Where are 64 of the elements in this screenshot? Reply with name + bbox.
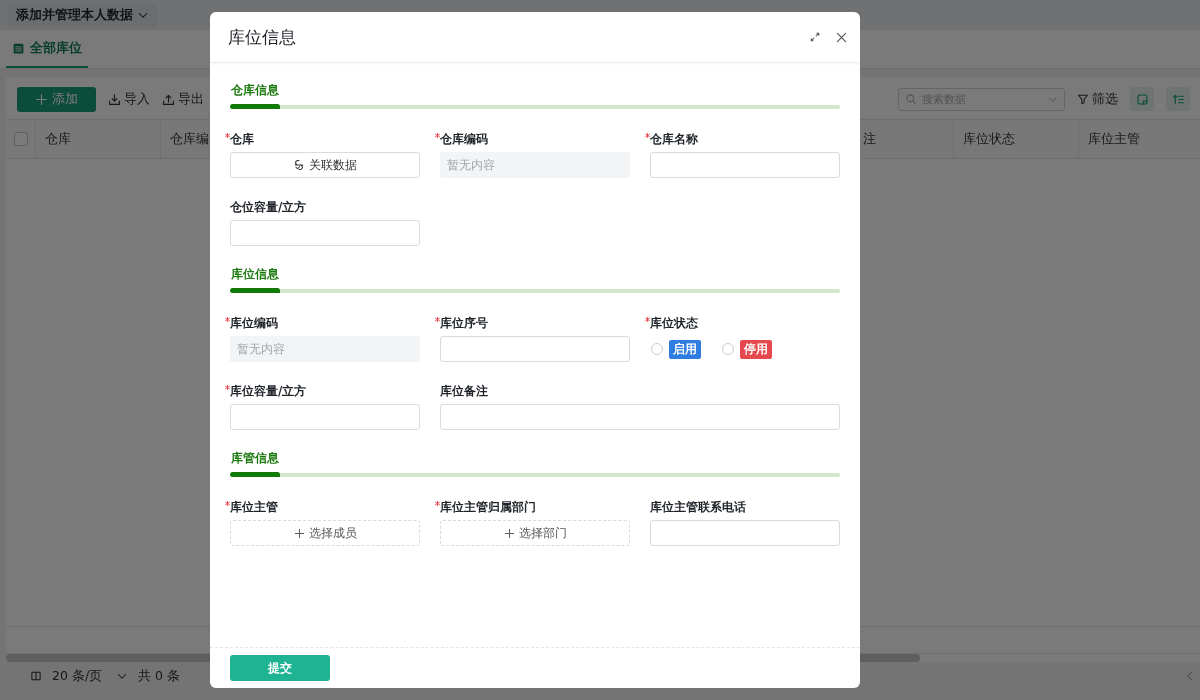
columns-icon[interactable] xyxy=(30,670,42,682)
tab[interactable]: 全部库位 xyxy=(6,30,88,68)
export-button[interactable]: 导出 xyxy=(162,90,204,108)
field-label: 库位主管 xyxy=(230,498,420,516)
close-icon xyxy=(835,30,848,44)
upload-icon xyxy=(162,92,175,106)
status-tag: 停用 xyxy=(740,339,772,359)
sort-button[interactable] xyxy=(1166,87,1190,111)
link-data-button[interactable]: 关联数据 xyxy=(230,152,420,178)
field-label: 库位序号 xyxy=(440,314,630,332)
column-header: 注 xyxy=(863,130,876,148)
field-label: 库位主管归属部门 xyxy=(440,498,630,516)
field-label: 库位主管联系电话 xyxy=(650,499,747,516)
section-title: 库管信息 xyxy=(230,450,280,467)
sort-icon xyxy=(1171,92,1185,106)
submit-button[interactable]: 提交 xyxy=(230,655,330,681)
section-title: 仓库信息 xyxy=(230,82,280,99)
link-icon xyxy=(293,159,305,171)
page-size-select[interactable]: 20 条/页 xyxy=(52,667,129,685)
plus-icon xyxy=(503,527,515,539)
readonly-field: 暂无内容 xyxy=(230,336,420,362)
field-label: 仓库编码 xyxy=(440,130,630,148)
column-header: 仓库 xyxy=(45,130,71,148)
note-button[interactable] xyxy=(1130,87,1154,111)
filter-button[interactable]: 筛选 xyxy=(1077,90,1118,108)
filter-icon xyxy=(1077,93,1089,105)
maximize-button[interactable] xyxy=(809,31,821,43)
field-label: 仓库名称 xyxy=(650,130,840,148)
field-label: 库位状态 xyxy=(650,314,840,332)
close-button[interactable] xyxy=(835,30,848,44)
column-header: 库位状态 xyxy=(963,130,1015,148)
expand-icon xyxy=(809,31,821,43)
field-label: 库位备注 xyxy=(440,383,489,400)
field-label: 库位容量/立方 xyxy=(230,382,420,400)
field-label: 仓库 xyxy=(230,130,420,148)
column-header: 库位主管 xyxy=(1088,130,1140,148)
search-icon xyxy=(905,93,917,105)
field-label: 库位编码 xyxy=(230,314,420,332)
input-field[interactable] xyxy=(440,336,630,362)
scope-dropdown[interactable]: 添加并管理本人数据 xyxy=(8,3,157,27)
section-title: 库位信息 xyxy=(230,266,280,283)
input-field[interactable] xyxy=(650,520,840,546)
status-tag: 启用 xyxy=(669,339,701,359)
plus-icon xyxy=(35,92,48,106)
input-field[interactable] xyxy=(650,152,840,178)
table-icon xyxy=(12,41,25,55)
picker-button[interactable]: 选择成员 xyxy=(230,520,420,546)
readonly-field: 暂无内容 xyxy=(440,152,630,178)
checkbox[interactable] xyxy=(13,132,28,146)
input-field[interactable] xyxy=(230,220,420,246)
radio-button[interactable] xyxy=(651,343,663,355)
add-button[interactable]: 添加 xyxy=(17,86,96,112)
input-field[interactable] xyxy=(440,404,840,430)
field-label: 仓位容量/立方 xyxy=(230,199,308,216)
import-button[interactable]: 导入 xyxy=(108,90,150,108)
column-header: 仓库编 xyxy=(170,130,209,148)
dialog-title: 库位信息 xyxy=(228,25,297,49)
total-count: 共 0 条 xyxy=(138,667,180,685)
picker-button[interactable]: 选择部门 xyxy=(440,520,630,546)
download-icon xyxy=(108,92,121,106)
radio-button[interactable] xyxy=(722,343,734,355)
plus-icon xyxy=(293,527,305,539)
input-field[interactable] xyxy=(230,404,420,430)
note-icon xyxy=(1135,92,1149,106)
